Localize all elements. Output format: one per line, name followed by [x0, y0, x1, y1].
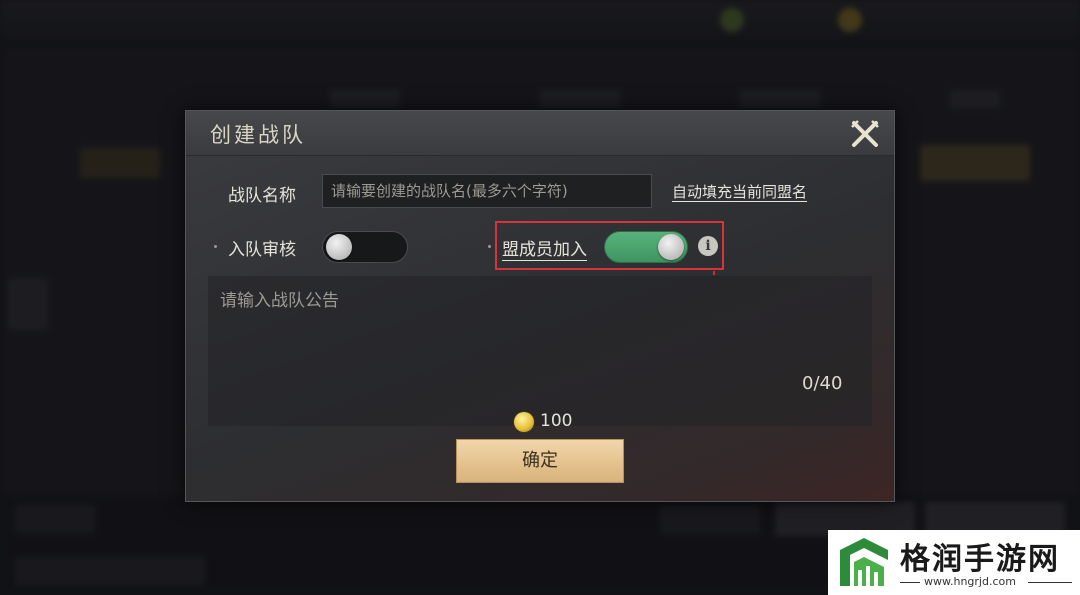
highlight-tick — [713, 271, 715, 275]
join-review-label: 入队审核 — [228, 240, 296, 260]
red-highlight-box — [495, 221, 724, 270]
confirm-button[interactable]: 确定 — [456, 439, 624, 483]
toggle-knob — [326, 234, 352, 260]
cost-value: 100 — [540, 411, 573, 431]
character-count: 0/40 — [802, 373, 843, 394]
site-watermark: 格润手游网 www.hngrjd.com — [828, 530, 1080, 595]
bullet-dot — [488, 245, 491, 248]
watermark-url: www.hngrjd.com — [924, 575, 1016, 588]
dialog-header: 创建战队 — [186, 111, 894, 156]
bullet-dot — [214, 245, 217, 248]
leaf-logo-icon — [840, 538, 888, 586]
team-name-label: 战队名称 — [228, 186, 296, 206]
autofill-alliance-name-link[interactable]: 自动填充当前同盟名 — [672, 181, 807, 202]
team-name-input[interactable] — [322, 174, 652, 208]
gold-coin-icon — [514, 412, 534, 432]
watermark-site-name: 格润手游网 — [900, 542, 1060, 577]
create-team-dialog: 创建战队 战队名称 自动填充当前同盟名 入队审核 盟成员加入 i — [185, 110, 895, 502]
close-button[interactable] — [846, 115, 884, 153]
join-review-toggle[interactable] — [322, 231, 408, 263]
game-screen: 创建战队 战队名称 自动填充当前同盟名 入队审核 盟成员加入 i — [0, 0, 1080, 595]
team-notice-textarea[interactable] — [208, 276, 872, 426]
watermark-rule — [900, 582, 920, 583]
watermark-rule — [1028, 582, 1072, 583]
crossed-swords-close-icon — [851, 120, 879, 147]
dialog-title: 创建战队 — [210, 123, 306, 147]
